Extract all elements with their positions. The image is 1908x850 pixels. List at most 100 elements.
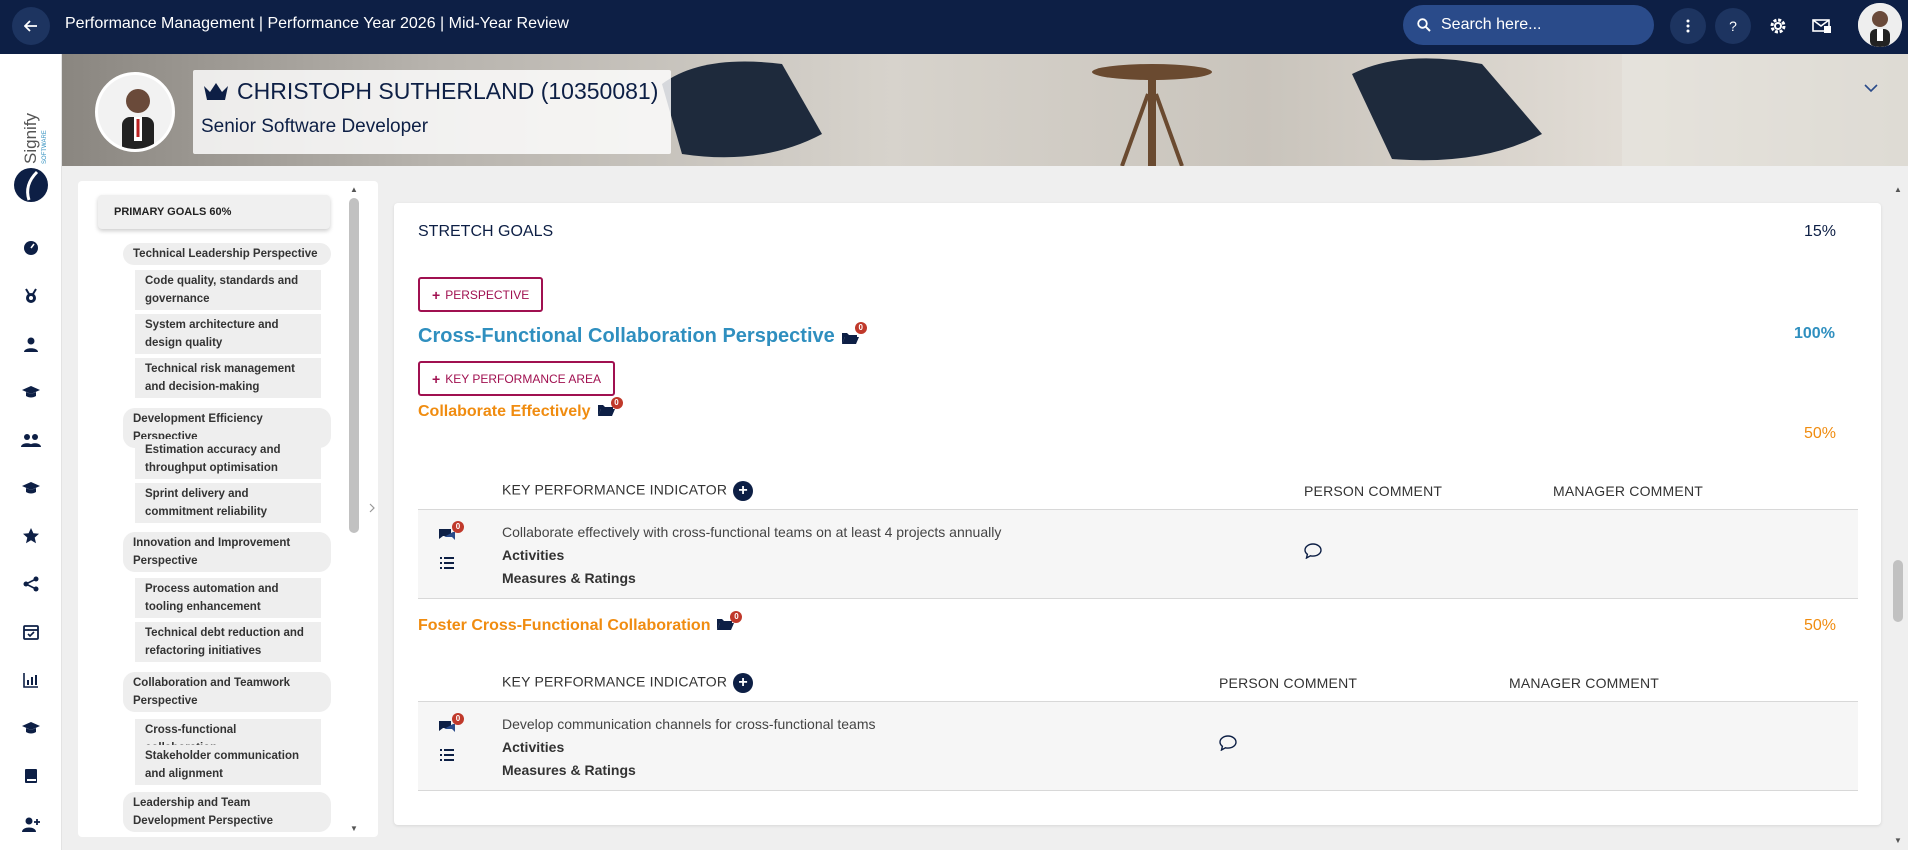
list-icon <box>440 749 454 761</box>
calendar-check-icon <box>23 625 39 640</box>
svg-text:Signify: Signify <box>21 112 40 164</box>
add-user-nav[interactable] <box>20 813 42 835</box>
outline-kpa[interactable]: Stakeholder communication and alignment <box>135 745 321 785</box>
outline-kpa[interactable]: System architecture and design quality <box>135 314 321 354</box>
graduation-cap-icon <box>22 482 40 494</box>
book-icon <box>25 769 37 783</box>
manager-comment-header: MANAGER COMMENT <box>1509 675 1659 691</box>
kpi-column-label: KEY PERFORMANCE INDICATOR <box>502 673 728 690</box>
kpa-comments-button[interactable]: 0 <box>597 397 623 421</box>
crown-icon <box>204 82 228 100</box>
gear-icon <box>1770 18 1786 34</box>
user-avatar[interactable] <box>1858 3 1902 47</box>
top-bar: Performance Management | Performance Yea… <box>0 0 1908 54</box>
outline-perspective[interactable]: Technical Leadership Perspective <box>123 243 331 265</box>
left-navigation-rail: Signify SOFTWARE <box>0 54 62 850</box>
outline-kpa[interactable]: Process automation and tooling enhanceme… <box>135 578 321 618</box>
reports-nav[interactable] <box>20 669 42 691</box>
messages-button[interactable] <box>1810 14 1834 38</box>
page-title: Performance Management | Performance Yea… <box>65 15 569 32</box>
outline-perspective[interactable]: Leadership and Team Development Perspect… <box>123 792 331 832</box>
outline-kpa[interactable]: Technical debt reduction and refactoring… <box>135 622 321 662</box>
favourites-nav[interactable] <box>20 525 42 547</box>
kpa-comments-button[interactable]: 0 <box>716 611 743 635</box>
kpa-title: Collaborate Effectively <box>418 403 591 420</box>
outline-kpa[interactable]: Code quality, standards and governance <box>135 270 321 310</box>
section-title: STRETCH GOALS <box>418 223 554 240</box>
list-icon <box>440 557 454 569</box>
add-kpa-button[interactable]: + KEY PERFORMANCE AREA <box>418 361 616 396</box>
kpi-comments-button[interactable]: 0 <box>438 521 464 546</box>
perspective-title-row: Cross-Functional Collaboration Perspecti… <box>418 321 867 348</box>
kpi-details-button[interactable] <box>440 748 454 766</box>
kpa-weight: 50% <box>1804 425 1837 442</box>
profile-nav[interactable] <box>20 333 42 355</box>
outline-scroll-down[interactable]: ▼ <box>349 824 359 834</box>
medal-icon <box>25 288 37 303</box>
library-nav[interactable] <box>20 765 42 787</box>
awards-nav[interactable] <box>20 285 42 307</box>
kpa-title: Foster Cross-Functional Collaboration <box>418 617 711 634</box>
help-button[interactable]: ? <box>1715 8 1751 44</box>
kpi-activities-link[interactable]: Activities <box>502 547 564 563</box>
plus-icon: + <box>432 370 441 387</box>
avatar-person-icon <box>1858 3 1902 47</box>
person-icon <box>24 337 38 352</box>
learning-nav[interactable] <box>20 381 42 403</box>
add-person-icon <box>22 817 40 832</box>
person-comment-button[interactable] <box>1219 735 1237 756</box>
perspective-comment-count: 0 <box>854 321 867 334</box>
kpi-measures-link[interactable]: Measures & Ratings <box>502 570 636 586</box>
graduation-cap-icon <box>22 386 40 398</box>
person-comment-button[interactable] <box>1304 543 1322 564</box>
banner-expand-button[interactable] <box>1864 80 1878 98</box>
perspective-comments-button[interactable]: 0 <box>841 321 867 346</box>
goals-outline-panel: PRIMARY GOALS 60% Technical Leadership P… <box>78 181 378 837</box>
outline-kpa[interactable]: Estimation accuracy and throughput optim… <box>135 439 321 479</box>
workflow-nav[interactable] <box>20 573 42 595</box>
team-nav[interactable] <box>20 429 42 451</box>
main-scrollbar[interactable] <box>1893 560 1903 622</box>
kpa-comment-count: 0 <box>730 611 743 623</box>
outline-kpa[interactable]: Sprint delivery and commitment reliabili… <box>135 483 321 523</box>
kpi-comment-count: 0 <box>452 521 464 533</box>
outline-scrollbar[interactable] <box>349 198 359 533</box>
kpi-measures-link[interactable]: Measures & Ratings <box>502 762 636 778</box>
dashboard-nav[interactable] <box>20 237 42 259</box>
more-options-button[interactable] <box>1670 8 1706 44</box>
outline-header[interactable]: PRIMARY GOALS 60% <box>98 195 330 229</box>
outline-kpa[interactable]: Technical risk management and decision-m… <box>135 358 321 398</box>
outline-scroll-up[interactable]: ▲ <box>349 185 359 195</box>
search-input[interactable] <box>1441 16 1641 34</box>
main-scroll-up[interactable]: ▲ <box>1893 185 1903 194</box>
add-perspective-button[interactable]: + PERSPECTIVE <box>418 277 544 312</box>
star-icon <box>23 528 39 544</box>
perspective-title: Cross-Functional Collaboration Perspecti… <box>418 325 835 347</box>
chevron-right-icon <box>369 503 375 513</box>
settings-button[interactable] <box>1766 14 1790 38</box>
training-nav[interactable] <box>20 477 42 499</box>
search-box[interactable] <box>1403 5 1654 45</box>
kpi-activities-link[interactable]: Activities <box>502 739 564 755</box>
courses-nav[interactable] <box>20 717 42 739</box>
perspective-weight: 100% <box>1794 325 1835 342</box>
person-comment-header: PERSON COMMENT <box>1304 483 1443 499</box>
outline-perspective[interactable]: Innovation and Improvement Perspective <box>123 532 331 572</box>
folder-open-icon <box>841 332 859 344</box>
outline-perspective[interactable]: Collaboration and Teamwork Perspective <box>123 672 331 712</box>
employee-role: Senior Software Developer <box>201 116 429 137</box>
calendar-nav[interactable] <box>20 621 42 643</box>
add-kpi-button[interactable]: + <box>733 481 754 501</box>
kpi-comments-button[interactable]: 0 <box>438 713 464 738</box>
dashboard-gauge-icon <box>24 241 38 255</box>
kpi-description: Develop communication channels for cross… <box>502 716 876 732</box>
back-button[interactable] <box>12 7 50 45</box>
collapse-panel-handle[interactable] <box>369 503 375 516</box>
main-scroll-down[interactable]: ▼ <box>1893 836 1903 845</box>
add-kpi-button[interactable]: + <box>733 673 754 693</box>
graduation-cap-icon <box>22 722 40 734</box>
divider <box>418 790 1858 791</box>
profile-name-line: CHRISTOPH SUTHERLAND (10350081) <box>203 78 658 105</box>
kpi-details-button[interactable] <box>440 556 454 574</box>
divider <box>418 598 1858 599</box>
